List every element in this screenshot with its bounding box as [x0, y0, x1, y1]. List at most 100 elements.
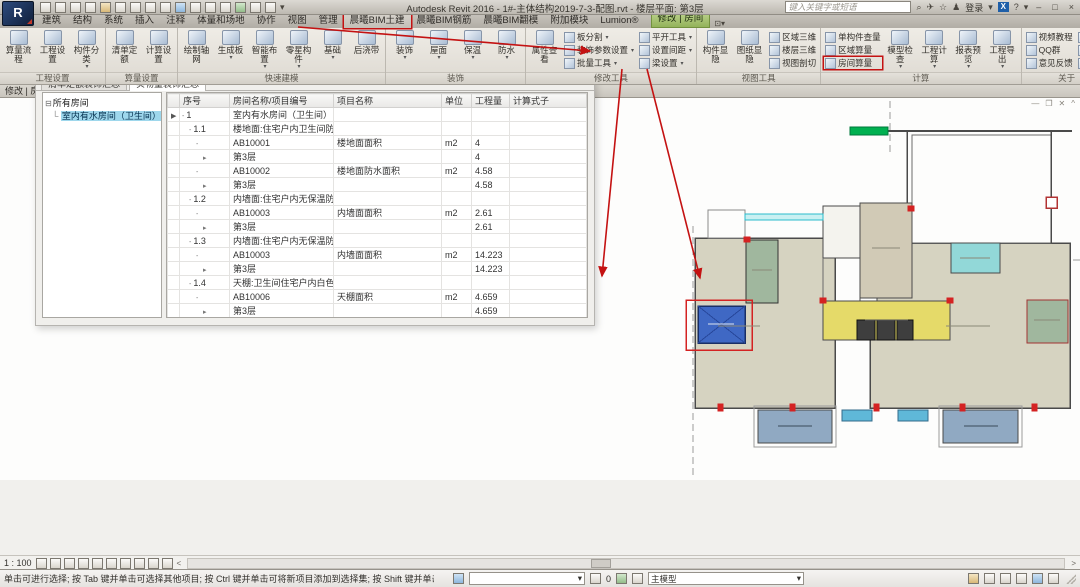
help-dropdown-icon[interactable]: ▾ [1024, 2, 1029, 13]
restore-button[interactable]: □ [1049, 2, 1060, 12]
ribbon-tab[interactable]: 结构 [67, 14, 98, 28]
ribbon-button[interactable]: 基础▾ [317, 29, 348, 61]
thin-lines-icon[interactable] [250, 2, 261, 13]
scroll-right-icon[interactable]: > [1071, 559, 1076, 568]
save-icon[interactable] [55, 2, 66, 13]
search-input[interactable]: 键入关键字或短语 [785, 1, 911, 13]
ribbon-button[interactable]: 区域算量 [824, 44, 882, 56]
expander-icon[interactable]: - [196, 253, 198, 260]
ribbon-button[interactable]: 视图剖切 [768, 57, 817, 69]
table-row[interactable]: -1.2内墙面:住宅户内无保温防水墙... [168, 192, 587, 206]
shadow-icon[interactable] [50, 558, 61, 569]
tab-chenxi-bim-tujian[interactable]: 晨曦BIM土建 [344, 14, 411, 28]
ribbon-tab[interactable]: 插入 [129, 14, 160, 28]
expander-icon[interactable]: - [196, 295, 198, 302]
expander-icon[interactable]: - [182, 113, 184, 120]
open-icon[interactable] [40, 2, 51, 13]
editable-only-icon[interactable] [590, 573, 601, 584]
room-tree[interactable]: ⊟所有房间 └ 室内有水房间（卫生间） [42, 92, 162, 318]
table-row[interactable]: ▸第3层4.659 [168, 304, 587, 318]
ribbon-button[interactable]: 板分割▾ [563, 31, 635, 43]
column-header[interactable]: 项目名称 [334, 94, 442, 108]
analytic-icon[interactable] [120, 558, 131, 569]
expander-icon[interactable]: - [189, 239, 191, 246]
table-row[interactable]: -AB10006天棚面积m24.659 [168, 290, 587, 304]
quantity-grid[interactable]: 序号房间名称/项目编号项目名称单位工程量计算式子 ▶-1室内有水房间（卫生间）-… [166, 92, 588, 318]
active-only-icon[interactable] [632, 573, 643, 584]
menu-icon[interactable] [265, 2, 276, 13]
expander-icon[interactable]: ▸ [203, 225, 207, 232]
sum-icon[interactable] [190, 2, 201, 13]
ribbon-button[interactable]: 装饰▾ [389, 29, 420, 61]
table-row[interactable]: -AB10001楼地面面积m24 [168, 136, 587, 150]
ribbon-button[interactable]: 单构件查量 [824, 31, 882, 43]
communication-icon[interactable]: ✈ [926, 2, 934, 13]
qat-dropdown-icon[interactable]: ▾ [280, 2, 285, 12]
design-options-icon[interactable] [616, 573, 627, 584]
ribbon-button[interactable]: 清单定额 [109, 29, 140, 64]
undo-icon[interactable] [70, 2, 81, 13]
favorites-star-icon[interactable]: ☆ [939, 2, 947, 13]
ribbon-tab[interactable]: 视图 [282, 14, 313, 28]
ribbon-button[interactable]: 构件分类▾ [71, 29, 102, 70]
ribbon-button[interactable]: 防水▾ [491, 29, 522, 61]
expander-icon[interactable]: - [196, 141, 198, 148]
grid-toggle-icon[interactable] [175, 2, 186, 13]
table-row[interactable]: ▶-1室内有水房间（卫生间） [168, 108, 587, 122]
ribbon-button[interactable]: 生成板▾ [215, 29, 246, 61]
application-menu-button[interactable]: R [2, 1, 34, 26]
ribbon-button[interactable]: 零星构件▾ [283, 29, 314, 70]
ribbon-tab[interactable]: 注释 [160, 14, 191, 28]
ribbon-button[interactable]: 报表预览▾ [953, 29, 984, 70]
table-row[interactable]: -1.3内墙面:住宅户内无保温防水墙... [168, 234, 587, 248]
ribbon-button[interactable]: 授权 [1077, 57, 1080, 69]
tree-root-node[interactable]: ⊟所有房间 [45, 96, 159, 109]
ribbon-button[interactable]: QQ群 [1025, 44, 1074, 56]
floor-plan[interactable] [660, 98, 1080, 488]
table-row[interactable]: -1.1楼地面:住宅户内卫生间防水楼... [168, 122, 587, 136]
minimize-button[interactable]: – [1033, 2, 1044, 12]
table-row[interactable]: ▸第3层4 [168, 150, 587, 164]
ribbon-button[interactable]: 意见反馈 [1025, 57, 1074, 69]
selection-count-icon[interactable] [1048, 573, 1059, 584]
help-icon[interactable]: ? [1014, 2, 1019, 13]
ribbon-button[interactable]: 工程设置 [37, 29, 68, 64]
ribbon-button[interactable]: 设置间距▾ [638, 44, 693, 56]
selection-icon[interactable] [162, 558, 173, 569]
room-quantity-button[interactable]: 房间算量 [824, 57, 882, 69]
ribbon-tab[interactable]: 晨曦BIM翻模 [477, 14, 544, 28]
funnel-icon[interactable] [1032, 573, 1043, 584]
ribbon-button[interactable]: 模型检查▾ [885, 29, 916, 70]
filter-icon[interactable] [220, 2, 231, 13]
redo-icon[interactable] [85, 2, 96, 13]
expander-icon[interactable]: ▸ [203, 267, 207, 274]
constraints-icon[interactable] [134, 558, 145, 569]
print-icon[interactable] [100, 2, 111, 13]
hide-crop-icon[interactable] [78, 558, 89, 569]
scroll-left-icon[interactable]: < [177, 559, 182, 568]
ribbon-button[interactable]: 视频教程 [1025, 31, 1074, 43]
ribbon-button[interactable]: 工程导出▾ [987, 29, 1018, 70]
table-row[interactable]: -AB10003内墙面面积m214.223 [168, 248, 587, 262]
sign-in-button[interactable]: 登录 [965, 1, 983, 14]
exchange-apps-icon[interactable]: X [998, 2, 1009, 12]
table-row[interactable]: ▸第3层14.223 [168, 262, 587, 276]
clipboard-icon[interactable] [205, 2, 216, 13]
temporary-hide-icon[interactable] [106, 558, 117, 569]
column-header[interactable]: 计算式子 [510, 94, 587, 108]
filter-icon[interactable] [968, 573, 979, 584]
design-options-dropdown[interactable]: 主模型▾ [648, 572, 804, 585]
close-button[interactable]: × [1066, 2, 1077, 12]
reveal-hidden-icon[interactable] [92, 558, 103, 569]
table-row[interactable]: -1.4天棚:卫生间住宅户内白色腻子 [168, 276, 587, 290]
ribbon-tab[interactable]: 体量和场地 [191, 14, 251, 28]
worksets-dropdown[interactable]: ▾ [469, 572, 585, 585]
ribbon-button[interactable]: 楼层三维 [768, 44, 817, 56]
ribbon-button[interactable]: 后浇带 [351, 29, 382, 55]
measure-icon[interactable] [115, 2, 126, 13]
expander-icon[interactable]: ▸ [203, 183, 207, 190]
tab-overflow-icon[interactable]: ⊡▾ [714, 19, 725, 28]
ribbon-button[interactable]: 帮助 [1077, 44, 1080, 56]
ribbon-button[interactable]: 属性查看 [529, 29, 560, 64]
worksharing-icon[interactable] [148, 558, 159, 569]
